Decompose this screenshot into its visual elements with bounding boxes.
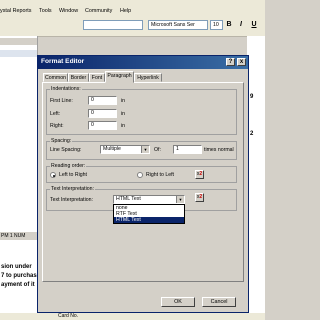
right-indent-unit: in: [121, 123, 126, 129]
spacing-legend: Spacing:: [50, 138, 73, 144]
italic-button[interactable]: I: [237, 20, 245, 30]
left-indent-input[interactable]: 0: [88, 109, 117, 118]
rtl-label: Right to Left: [146, 172, 174, 178]
tab-paragraph[interactable]: Paragraph: [105, 71, 134, 83]
font-name-dropdown[interactable]: Microsoft Sans Ser: [148, 20, 208, 30]
tab-border[interactable]: Border: [68, 73, 89, 82]
font-size-dropdown[interactable]: 10: [210, 20, 223, 30]
ok-button[interactable]: OK: [161, 297, 195, 307]
dialog-title: Format Editor: [41, 58, 85, 65]
text-interpretation-label: Text Interpretation:: [50, 197, 93, 203]
of-unit: times normal: [204, 147, 234, 153]
reading-order-legend: Reading order:: [50, 163, 87, 169]
tab-hyperlink[interactable]: Hyperlink: [134, 73, 162, 82]
line-spacing-value: Multiple: [103, 146, 121, 152]
text-interpretation-options: none RTF Text HTML Text: [113, 204, 185, 224]
help-button[interactable]: ?: [226, 58, 235, 66]
number-mark-1: 9: [250, 94, 254, 100]
close-button[interactable]: x: [237, 58, 246, 66]
toolbar: Microsoft Sans Ser 10 B I U: [0, 17, 265, 37]
menu-window[interactable]: Window: [59, 8, 78, 14]
left-indent-unit: in: [121, 111, 126, 117]
chevron-down-icon: ▼: [176, 196, 184, 203]
tab-common[interactable]: Common: [43, 73, 68, 82]
dialog-titlebar[interactable]: Format Editor ? x: [38, 56, 248, 69]
formula-icon-2: 2: [199, 171, 203, 177]
chevron-down-icon: ▼: [141, 146, 149, 153]
menu-help[interactable]: Help: [120, 8, 131, 14]
of-label: Of:: [154, 147, 161, 153]
menu-bar: ystal Reports Tools Window Community Hel…: [0, 0, 265, 17]
first-line-unit: in: [121, 98, 126, 104]
style-dropdown[interactable]: [83, 20, 143, 30]
menu-crystal-reports[interactable]: ystal Reports: [0, 8, 31, 14]
line-spacing-label: Line Spacing:: [50, 147, 82, 153]
right-indent-label: Right:: [50, 123, 64, 129]
indentations-legend: Indentations:: [50, 86, 82, 92]
first-line-label: First Line:: [50, 98, 73, 104]
reading-order-formula-button[interactable]: x2: [195, 170, 204, 179]
text-interpretation-legend: Text Interpretation:: [50, 186, 95, 192]
text-interpretation-formula-button[interactable]: x2: [195, 193, 204, 202]
formula-icon-2: 2: [199, 194, 203, 200]
menu-tools[interactable]: Tools: [39, 8, 52, 14]
option-html-text[interactable]: HTML Text: [114, 217, 184, 223]
indentations-group: [46, 89, 237, 135]
text-interpretation-value: HTML Text: [116, 196, 141, 202]
first-line-input[interactable]: 0: [88, 96, 117, 105]
menu-community[interactable]: Community: [85, 8, 112, 14]
card-no-text: Card No.: [58, 313, 79, 319]
report-text-3: ayment of it: [1, 282, 35, 288]
number-mark-2: 2: [250, 131, 254, 137]
status-text: PM 1 NUM: [0, 232, 37, 240]
tab-font[interactable]: Font: [89, 73, 105, 82]
of-input[interactable]: 1: [173, 145, 202, 154]
rtl-radio[interactable]: [137, 172, 143, 178]
ltr-radio[interactable]: [50, 172, 56, 178]
report-text-1: sion under: [1, 264, 32, 270]
bold-button[interactable]: B: [225, 20, 233, 30]
report-canvas-right: 9 2: [247, 36, 265, 320]
report-canvas-left: PM 1 NUM sion under 7 to purchas ayment …: [0, 36, 38, 320]
cancel-button[interactable]: Cancel: [202, 297, 236, 307]
ltr-label: Left to Right: [59, 172, 87, 178]
report-text-2: 7 to purchas: [1, 273, 37, 279]
right-indent-input[interactable]: 0: [88, 121, 117, 130]
line-spacing-dropdown[interactable]: Multiple ▼: [100, 145, 150, 154]
left-indent-label: Left:: [50, 111, 61, 117]
format-editor-dialog: Format Editor ? x Common Border Font Par…: [37, 55, 249, 313]
text-interpretation-dropdown[interactable]: HTML Text ▼: [113, 195, 185, 204]
underline-button[interactable]: U: [250, 20, 258, 30]
left-panel-header: [0, 38, 37, 45]
section-band: [0, 50, 37, 57]
bottom-strip: Card No.: [0, 313, 265, 320]
